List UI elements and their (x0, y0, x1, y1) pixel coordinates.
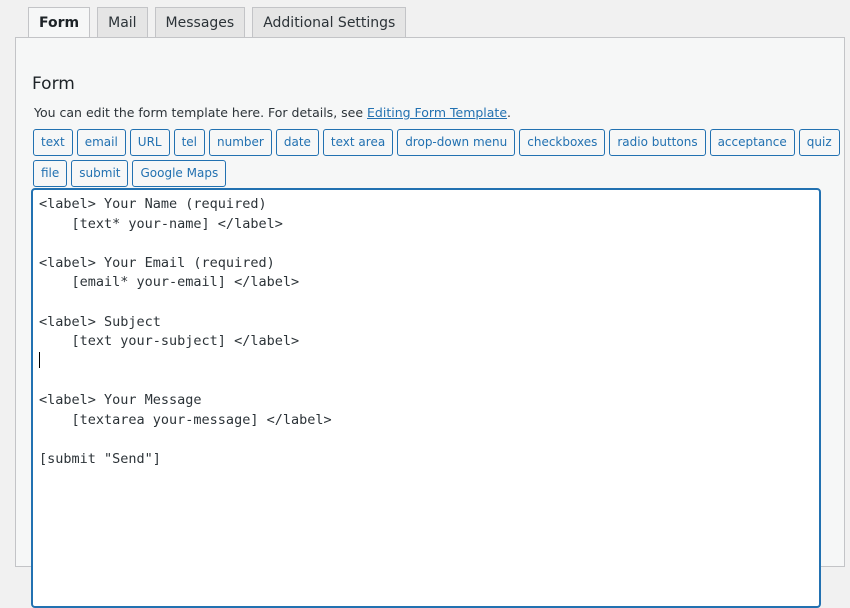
tag-button-radio-buttons[interactable]: radio buttons (609, 129, 706, 156)
tab-messages[interactable]: Messages (154, 7, 246, 38)
tag-button-number[interactable]: number (209, 129, 272, 156)
form-template-content[interactable]: <label> Your Name (required) [text* your… (33, 190, 819, 469)
tag-button-google-maps[interactable]: Google Maps (132, 160, 227, 187)
tag-button-quiz[interactable]: quiz (798, 129, 840, 156)
tag-button-text-area[interactable]: text area (322, 129, 394, 156)
tag-button-checkboxes[interactable]: checkboxes (519, 129, 606, 156)
description-text: You can edit the form template here. For… (34, 105, 368, 120)
tag-button-date[interactable]: date (275, 129, 319, 156)
tab-bar: Form Mail Messages Additional Settings (28, 7, 407, 39)
tab-additional-settings[interactable]: Additional Settings (252, 7, 407, 38)
panel-title: Form (32, 74, 75, 94)
tag-button-acceptance[interactable]: acceptance (709, 129, 795, 156)
tab-mail[interactable]: Mail (97, 7, 148, 38)
tag-button-submit[interactable]: submit (71, 160, 129, 187)
description-suffix: . (507, 105, 512, 120)
tag-button-tel[interactable]: tel (173, 129, 206, 156)
tag-button-url[interactable]: URL (129, 129, 170, 156)
editing-form-template-link[interactable]: Editing Form Template (367, 105, 507, 120)
tag-button-text[interactable]: text (33, 129, 73, 156)
tab-form[interactable]: Form (28, 7, 91, 39)
tag-button-file[interactable]: file (33, 160, 68, 187)
form-template-editor[interactable]: <label> Your Name (required) [text* your… (31, 188, 821, 608)
text-caret (39, 352, 40, 368)
tag-generator-row-1: text email URL tel number date text area… (33, 129, 840, 156)
form-panel: Form You can edit the form template here… (15, 37, 845, 608)
tag-button-drop-down-menu[interactable]: drop-down menu (397, 129, 516, 156)
tag-generator-row-2: file submit Google Maps (33, 160, 227, 187)
tag-button-email[interactable]: email (76, 129, 126, 156)
panel-description: You can edit the form template here. For… (34, 105, 511, 120)
